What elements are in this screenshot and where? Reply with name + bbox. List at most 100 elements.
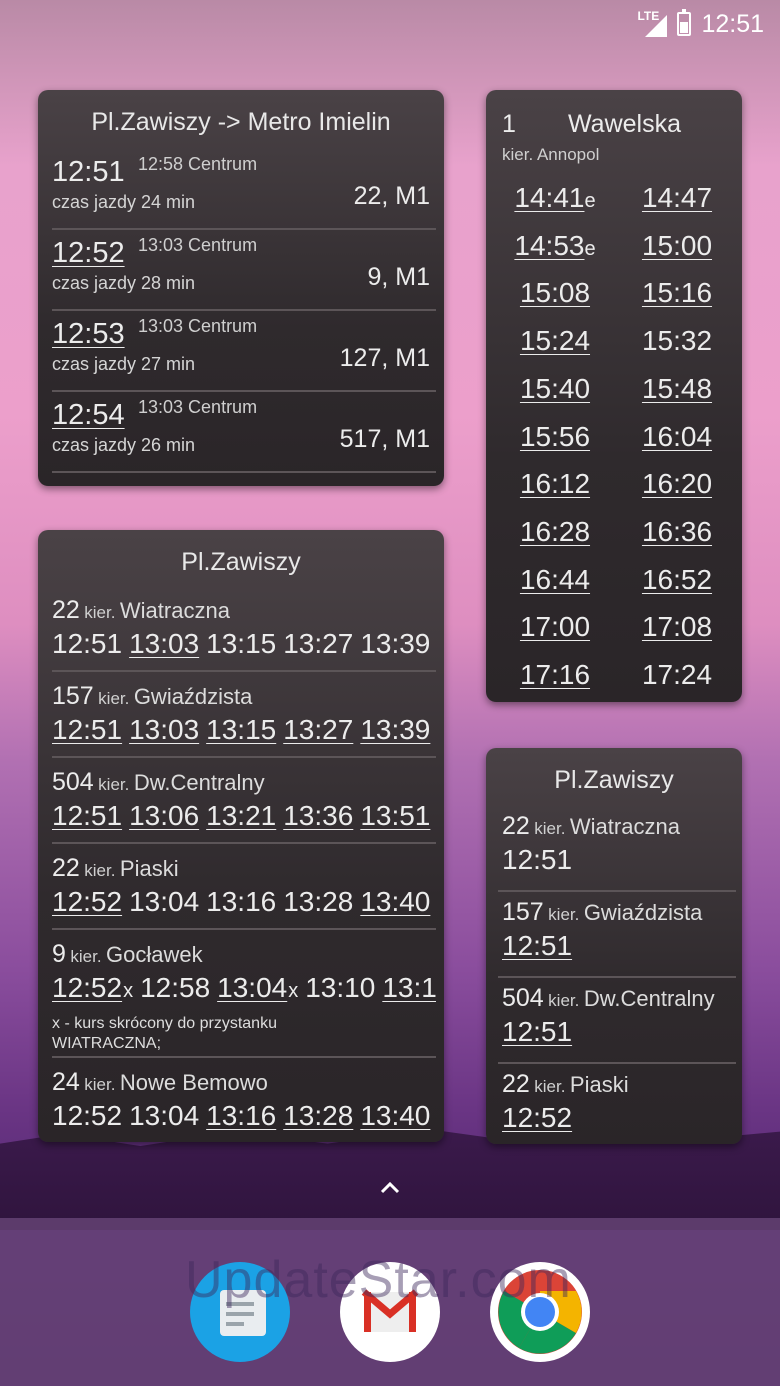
time-value: 15:32 [641, 325, 713, 357]
departure-time[interactable]: 13:27 [283, 714, 353, 745]
time-value: 15:40 [519, 372, 591, 404]
departure-time[interactable]: 13:15 [206, 714, 276, 745]
timetable-time[interactable]: 15:40 [500, 373, 610, 405]
timetable-time[interactable]: 14:47 [622, 182, 732, 214]
chevron-up-icon[interactable] [378, 1176, 402, 1200]
battery-icon [677, 9, 692, 36]
trip-time: 12:51 [52, 156, 125, 188]
time-value: 16:28 [519, 515, 591, 547]
departure-time[interactable]: 13:39 [360, 714, 430, 745]
timetable-time[interactable]: 14:41e [500, 182, 610, 214]
timetable-time[interactable]: 16:28 [500, 516, 610, 548]
time-value: 16:04 [641, 420, 713, 452]
departure-time[interactable]: 13:51 [360, 800, 430, 831]
stop-departures-widget[interactable]: Pl.Zawiszy 22 kier. Wiatraczna 12:51 13:0… [38, 530, 444, 1142]
timetable-time[interactable]: 17:00 [500, 611, 610, 643]
time-value: 16:52 [641, 563, 713, 595]
departure-time[interactable]: 13:03 [129, 628, 199, 659]
departure-row[interactable]: 504 kier. Dw.Centralny 12:51 [498, 978, 736, 1064]
trip-row[interactable]: 12:54 13:03 Centrum czas jazdy 26 min 51… [52, 391, 436, 473]
timetable-time[interactable]: 16:36 [622, 516, 732, 548]
trip-time[interactable]: 12:54 [52, 399, 125, 432]
departure-row[interactable]: 157 kier. Gwiaździsta 12:51 13:03 13:15 13:… [52, 678, 436, 758]
direction-prefix: kier. [84, 861, 116, 880]
timetable-time[interactable]: 16:44 [500, 564, 610, 596]
departure-time[interactable]: 13:21 [206, 800, 276, 831]
departure-row[interactable]: 157 kier. Gwiaździsta 12:51 [498, 892, 736, 978]
timetable-time: 15:32 [622, 325, 732, 357]
departure-row[interactable]: 24 kier. Nowe Bemowo 12:52 13:04 13:16 13:2… [52, 1064, 436, 1136]
departure-time[interactable]: 12:51 [502, 930, 572, 962]
departure-time: 13:10 [305, 972, 376, 1003]
direction-prefix: kier. [70, 947, 102, 966]
signal-icon: LTE [635, 9, 668, 39]
trip-lines: 9, M1 [367, 263, 430, 291]
stop-departures-small-widget[interactable]: Pl.Zawiszy 22 kier. Wiatraczna 12:51 157… [486, 748, 742, 1144]
time-value: 14:53 [514, 229, 585, 261]
line-direction: kier. Annopol [502, 145, 600, 164]
departure-time[interactable]: 13:16 [206, 1100, 276, 1131]
direction-prefix: kier. [534, 819, 566, 838]
direction-prefix: kier. [534, 1077, 566, 1096]
timetable-time[interactable]: 15:16 [622, 277, 732, 309]
line-number: 24 [52, 1068, 80, 1096]
departure-time[interactable]: 13:1 [382, 972, 436, 1003]
departure-row[interactable]: 22 kier. Wiatraczna 12:51 [498, 806, 736, 892]
departure-row[interactable]: 9 kier. Gocławek 12:52x 12:58 13:04x 13:10 1… [52, 936, 436, 1058]
departure-time[interactable]: 12:52 [52, 886, 122, 917]
departure-time[interactable]: 12:51 [52, 714, 122, 745]
departure-time[interactable]: 12:51 [502, 1016, 572, 1048]
departure-time[interactable]: 13:40 [360, 1100, 430, 1131]
departure-row[interactable]: 22 kier. Piaski 12:52 [498, 1064, 736, 1148]
departure-row[interactable]: 504 kier. Dw.Centralny 12:51 13:06 13:21 13… [52, 764, 436, 844]
stop-title: Pl.Zawiszy [554, 766, 674, 794]
departure-time[interactable]: 12:52 [502, 1102, 572, 1134]
time-value: 15:24 [519, 325, 591, 357]
direction-prefix: kier. [98, 775, 130, 794]
timetable-time[interactable]: 15:08 [500, 277, 610, 309]
departure-time[interactable]: 13:28 [283, 1100, 353, 1131]
departure-time[interactable]: 13:06 [129, 800, 199, 831]
departure-time[interactable]: 12:51 [52, 800, 122, 831]
direction-prefix: kier. [98, 689, 130, 708]
line-number: 22 [52, 596, 80, 624]
departure-row[interactable]: 22 kier. Piaski 12:52 13:04 13:16 13:28 13:4… [52, 850, 436, 930]
stop-title: Pl.Zawiszy [181, 548, 301, 576]
time-value: 14:41 [514, 182, 585, 213]
time-value: 15:16 [641, 277, 713, 309]
departure-row[interactable]: 22 kier. Wiatraczna 12:51 13:03 13:15 13:27… [52, 592, 436, 672]
timetable-time[interactable]: 17:16 [500, 659, 610, 691]
timetable-time[interactable]: 15:56 [500, 421, 610, 453]
timetable-time: 17:24 [622, 659, 732, 691]
direction-name: Gocławek [106, 942, 203, 967]
trip-row[interactable]: 12:53 13:03 Centrum czas jazdy 27 min 12… [52, 310, 436, 392]
departure-time: 13:04 [129, 1100, 200, 1131]
timetable-time[interactable]: 16:04 [622, 421, 732, 453]
timetable-time[interactable]: 16:12 [500, 468, 610, 500]
departure-time: 12:51 [52, 628, 123, 659]
departure-time[interactable]: 13:36 [283, 800, 353, 831]
departure-time[interactable]: 13:03 [129, 714, 199, 745]
watermark: UpdateStar.com [185, 1251, 572, 1309]
trip-time[interactable]: 12:52 [52, 237, 125, 270]
departure-time[interactable]: 13:40 [360, 886, 430, 917]
departure-time[interactable]: 12:52 [52, 972, 122, 1003]
timetable-time[interactable]: 16:20 [622, 468, 732, 500]
timetable-time[interactable]: 15:48 [622, 373, 732, 405]
line-timetable-widget[interactable]: 1 Wawelska kier. Annopol 14:41e 14:47 14:5… [486, 90, 742, 702]
trip-time[interactable]: 12:53 [52, 318, 125, 351]
trip-row[interactable]: 12:51 12:58 Centrum czas jazdy 24 min 22… [52, 148, 436, 230]
time-value: 17:00 [519, 611, 591, 643]
timetable-time[interactable]: 16:52 [622, 564, 732, 596]
departure-time: 13:28 [283, 886, 354, 917]
timetable-time[interactable]: 15:24 [500, 325, 610, 357]
route-widget[interactable]: Pl.Zawiszy -> Metro Imielin 12:51 12:58 … [38, 90, 444, 486]
status-bar: LTE 12:51 [635, 8, 764, 40]
timetable-time[interactable]: 14:53e [500, 230, 610, 262]
trip-row[interactable]: 12:52 13:03 Centrum czas jazdy 28 min 9,… [52, 229, 436, 311]
line-number: 1 [502, 110, 516, 138]
time-value: 16:36 [641, 515, 713, 547]
departure-time[interactable]: 13:04 [217, 972, 287, 1003]
timetable-time[interactable]: 15:00 [622, 230, 732, 262]
timetable-time[interactable]: 17:08 [622, 611, 732, 643]
